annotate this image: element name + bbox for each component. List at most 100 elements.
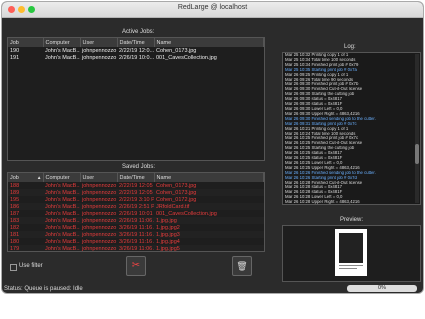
active-jobs-column-header[interactable]: Name bbox=[154, 38, 264, 47]
table-cell: John's MacB... bbox=[45, 182, 80, 189]
table-row[interactable]: 191 John's MacB... johnpennozzo 2/26/19 10:… bbox=[8, 54, 264, 61]
preview-text-line bbox=[339, 265, 363, 266]
table-cell: 2/22/19 12:05 PM bbox=[117, 189, 154, 196]
table-cell: Cohen_0173.jpg bbox=[156, 182, 197, 189]
progress-bar: 0% bbox=[347, 285, 417, 292]
table-cell: 1.jpg.jpg4 bbox=[156, 238, 180, 245]
active-jobs-column-header[interactable]: Computer bbox=[43, 38, 81, 47]
table-cell: johnpennozzo bbox=[82, 210, 117, 217]
table-cell: johnpennozzo bbox=[80, 245, 117, 252]
saved-jobs-column-header[interactable]: Computer bbox=[43, 173, 81, 182]
table-cell: John's MacB... bbox=[43, 245, 80, 252]
saved-jobs-table[interactable]: Job ▴ Computer User Date/Time Name 188 John's… bbox=[7, 172, 265, 252]
cut-button[interactable]: ✂ bbox=[126, 256, 146, 276]
table-cell: 2/22/19 12:05 PM bbox=[119, 182, 154, 189]
log-view[interactable]: Mar 25 10:32 Printing copy 1 of 1 Mar 25 … bbox=[282, 52, 421, 205]
table-cell: 188 bbox=[10, 182, 20, 189]
active-jobs-column-header[interactable]: Date/Time bbox=[117, 38, 155, 47]
use-filter-checkbox[interactable] bbox=[10, 264, 17, 271]
delete-button[interactable]: 🗑 bbox=[232, 256, 252, 276]
table-cell: johnpennozzo bbox=[82, 182, 117, 189]
table-cell: 3/26/19 11:16 AM bbox=[117, 231, 154, 238]
active-jobs-title: Active Jobs: bbox=[122, 29, 155, 35]
table-row[interactable]: 195 John's MacB... johnpennozzo 2/22/19 3:1… bbox=[8, 196, 264, 203]
table-row[interactable]: 187 John's MacB... johnpennozzo 2/26/19 10:… bbox=[8, 210, 264, 217]
saved-jobs-column-header[interactable]: Job ▴ bbox=[8, 173, 44, 182]
table-row[interactable]: 182 John's MacB... johnpennozzo 3/26/19 11:… bbox=[8, 224, 264, 231]
preview-title: Preview: bbox=[340, 217, 364, 223]
table-cell: 180 bbox=[10, 238, 20, 245]
table-cell: 3/26/19 11:16 AM bbox=[119, 224, 154, 231]
table-cell: 1.jpg.jpg bbox=[154, 217, 264, 224]
table-row[interactable]: 180 John's MacB... johnpennozzo 3/26/19 11:… bbox=[8, 238, 264, 245]
table-row[interactable]: 179 John's MacB... johnpennozzo 3/26/19 11:… bbox=[8, 245, 264, 252]
table-cell: johnpennozzo bbox=[80, 203, 117, 210]
table-cell: johnpennozzo bbox=[82, 196, 117, 203]
active-jobs-table[interactable]: Job Computer User Date/Time Name 190 John's M… bbox=[7, 37, 265, 161]
preview-panel bbox=[282, 225, 421, 282]
table-cell: 2/22/19 3:10 PM bbox=[119, 196, 154, 203]
app-window: RedLarge @ localhost Active Jobs: Job Com… bbox=[2, 2, 423, 293]
table-cell: johnpennozzo bbox=[80, 189, 117, 196]
table-cell: 190 bbox=[10, 47, 20, 54]
table-cell: 186 bbox=[8, 203, 43, 210]
window-title: RedLarge @ localhost bbox=[177, 4, 248, 11]
table-cell: johnpennozzo bbox=[82, 54, 117, 61]
scissors-icon: ✂ bbox=[131, 260, 141, 271]
saved-jobs-column-header[interactable]: Name bbox=[154, 173, 264, 182]
table-cell: 2/26/19 10:01 AM bbox=[119, 210, 154, 217]
table-cell: John's MacB... bbox=[43, 217, 80, 224]
saved-jobs-title: Saved Jobs: bbox=[122, 164, 156, 170]
table-cell: 1.jpg.jpg3 bbox=[154, 231, 264, 238]
saved-jobs-column-header[interactable]: Date/Time bbox=[117, 173, 155, 182]
trash-icon: 🗑 bbox=[236, 261, 248, 271]
preview-text-line bbox=[339, 268, 357, 269]
table-cell: 182 bbox=[10, 224, 20, 231]
table-row[interactable]: 190 John's MacB... johnpennozzo 2/22/19 12:… bbox=[8, 47, 264, 54]
table-cell: 1.jpg.jpg5 bbox=[154, 245, 264, 251]
log-title: Log: bbox=[344, 44, 356, 50]
use-filter-label: Use filter bbox=[19, 263, 43, 269]
active-jobs-column-header[interactable]: User bbox=[80, 38, 118, 47]
table-cell: John's MacB... bbox=[45, 196, 80, 203]
table-cell: John's MacB... bbox=[45, 224, 80, 231]
table-cell: johnpennozzo bbox=[82, 238, 117, 245]
table-row[interactable]: 186 John's MacB... johnpennozzo 2/26/19 2:5… bbox=[8, 203, 264, 210]
table-cell: Cohen_0173.jpg bbox=[154, 189, 264, 196]
table-cell: 189 bbox=[8, 189, 43, 196]
table-row[interactable]: 181 John's MacB... johnpennozzo 3/26/19 11:… bbox=[8, 231, 264, 238]
log-scroll-thumb[interactable] bbox=[415, 144, 419, 164]
table-cell: 2/26/19 2:51 PM bbox=[117, 203, 154, 210]
table-cell: John's MacB... bbox=[43, 189, 80, 196]
table-cell: 2/22/19 12:0... bbox=[119, 47, 154, 54]
table-cell: johnpennozzo bbox=[80, 217, 117, 224]
sort-ascending-icon: ▴ bbox=[37, 174, 41, 181]
table-cell: johnpennozzo bbox=[80, 231, 117, 238]
table-cell: 3/26/19 11:06 AM bbox=[117, 245, 154, 252]
table-cell: johnpennozzo bbox=[82, 224, 117, 231]
title-bar: RedLarge @ localhost bbox=[2, 2, 423, 18]
table-cell: John's MacB... bbox=[43, 231, 80, 238]
preview-page bbox=[335, 229, 367, 276]
table-cell: John's MacB... bbox=[45, 47, 80, 54]
table-cell: 2/26/19 11:06 AM bbox=[117, 217, 154, 224]
table-cell: 3/26/19 11:16 AM bbox=[119, 238, 154, 245]
table-row[interactable]: 189 John's MacB... johnpennozzo 2/22/19 12:… bbox=[8, 189, 264, 196]
table-cell: 181 bbox=[8, 231, 43, 238]
table-cell: John's MacB... bbox=[45, 238, 80, 245]
table-row[interactable]: 183 John's MacB... johnpennozzo 2/26/19 11:… bbox=[8, 217, 264, 224]
table-cell: johnpennozzo bbox=[82, 47, 117, 54]
table-cell: 191 bbox=[10, 54, 20, 61]
table-row[interactable]: 188 John's MacB... johnpennozzo 2/22/19 12:… bbox=[8, 182, 264, 189]
table-cell: John's MacB... bbox=[45, 210, 80, 217]
table-cell: 001_CavesCollection.jpg bbox=[156, 210, 217, 217]
table-cell: 001_CavesCollection.jpg bbox=[156, 54, 217, 61]
log-scrollbar[interactable] bbox=[415, 54, 419, 203]
table-cell: 183 bbox=[8, 217, 43, 224]
table-cell: John's MacB... bbox=[43, 203, 80, 210]
table-cell: 2/26/19 10:0... bbox=[119, 54, 154, 61]
active-jobs-column-header[interactable]: Job bbox=[8, 38, 44, 47]
saved-jobs-column-header[interactable]: User bbox=[80, 173, 118, 182]
table-cell: 195 bbox=[10, 196, 20, 203]
table-cell: Cohen_0172.jpg bbox=[156, 196, 197, 203]
